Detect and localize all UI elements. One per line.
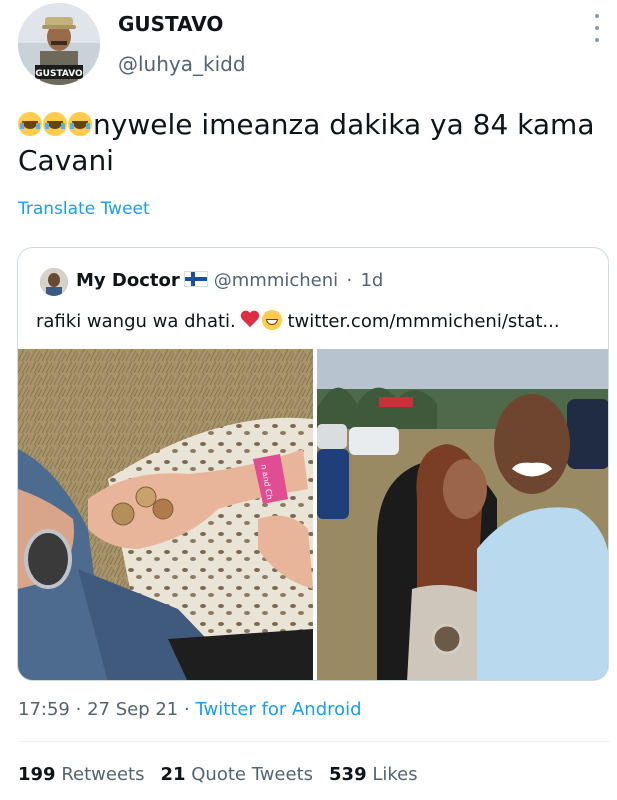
translate-tweet-link[interactable]: Translate Tweet [18,199,150,219]
tweet-source[interactable]: Twitter for Android [195,699,361,720]
dot [595,26,599,30]
retweets-label: Retweets [61,764,145,785]
quoted-text-body: rafiki wangu wa dhati. [36,311,236,332]
quoted-age: 1d [360,270,384,291]
author-name[interactable]: GUSTAVO [118,12,223,36]
avatar-caption: GUSTAVO [35,69,83,79]
quoted-avatar-image [40,268,68,296]
quoted-author-handle[interactable]: @mmmicheni [214,270,338,291]
tweet-stats: 199 Retweets 21 Quote Tweets 539 Likes [18,764,418,785]
tweet-text: nywele imeanza dakika ya 84 kama Cavani [18,107,603,179]
grinning-face-emoji [261,310,282,330]
retweets-count: 199 [18,764,56,785]
dot [595,38,599,42]
photo-hand-coins[interactable]: n and Ch [18,349,313,680]
quote-tweets-count: 21 [160,764,186,785]
meta-separator: · [184,699,190,720]
quote-tweets-label: Quote Tweets [191,764,314,785]
tears-of-joy-emoji [18,112,42,136]
quoted-author-avatar [40,268,68,296]
photo-hand-coins-image: n and Ch [18,349,313,680]
likes-label: Likes [372,764,418,785]
quoted-text: rafiki wangu wa dhati. twitter.com/mmmic… [36,310,560,332]
retweets-stat[interactable]: 199 Retweets [18,764,144,785]
divider [18,741,610,742]
quoted-separator: · [346,270,353,291]
quoted-author-name[interactable]: My Doctor [76,270,180,291]
dot [595,14,599,18]
tears-of-joy-emoji [68,112,92,136]
tweet-time[interactable]: 17:59 [18,699,70,720]
quoted-author-line: My Doctor @mmmicheni · 1d [76,270,383,291]
author-avatar-image: GUSTAVO [18,3,100,85]
photo-couple-selfie[interactable] [317,349,608,680]
tweet-meta: 17:59 · 27 Sep 21 · Twitter for Android [18,699,362,720]
tweet-text-line1: nywele imeanza dakika ya 84 kama [93,108,595,141]
tears-of-joy-emoji [43,112,67,136]
likes-count: 539 [329,764,367,785]
likes-stat[interactable]: 539 Likes [329,764,418,785]
red-heart-emoji [240,311,260,329]
photo-couple-image [317,349,608,680]
tweet-date[interactable]: 27 Sep 21 [87,699,178,720]
quote-tweets-stat[interactable]: 21 Quote Tweets [160,764,313,785]
quoted-tweet-card[interactable]: My Doctor @mmmicheni · 1d rafiki wangu wa… [17,247,609,681]
more-options-icon[interactable] [592,14,602,42]
quoted-link[interactable]: twitter.com/mmmicheni/stat... [287,311,559,332]
finland-flag-icon [183,271,208,287]
author-handle[interactable]: @luhya_kidd [118,52,246,76]
tweet-text-line2: Cavani [18,144,114,177]
meta-separator: · [75,699,82,720]
author-avatar[interactable]: GUSTAVO [18,3,100,85]
